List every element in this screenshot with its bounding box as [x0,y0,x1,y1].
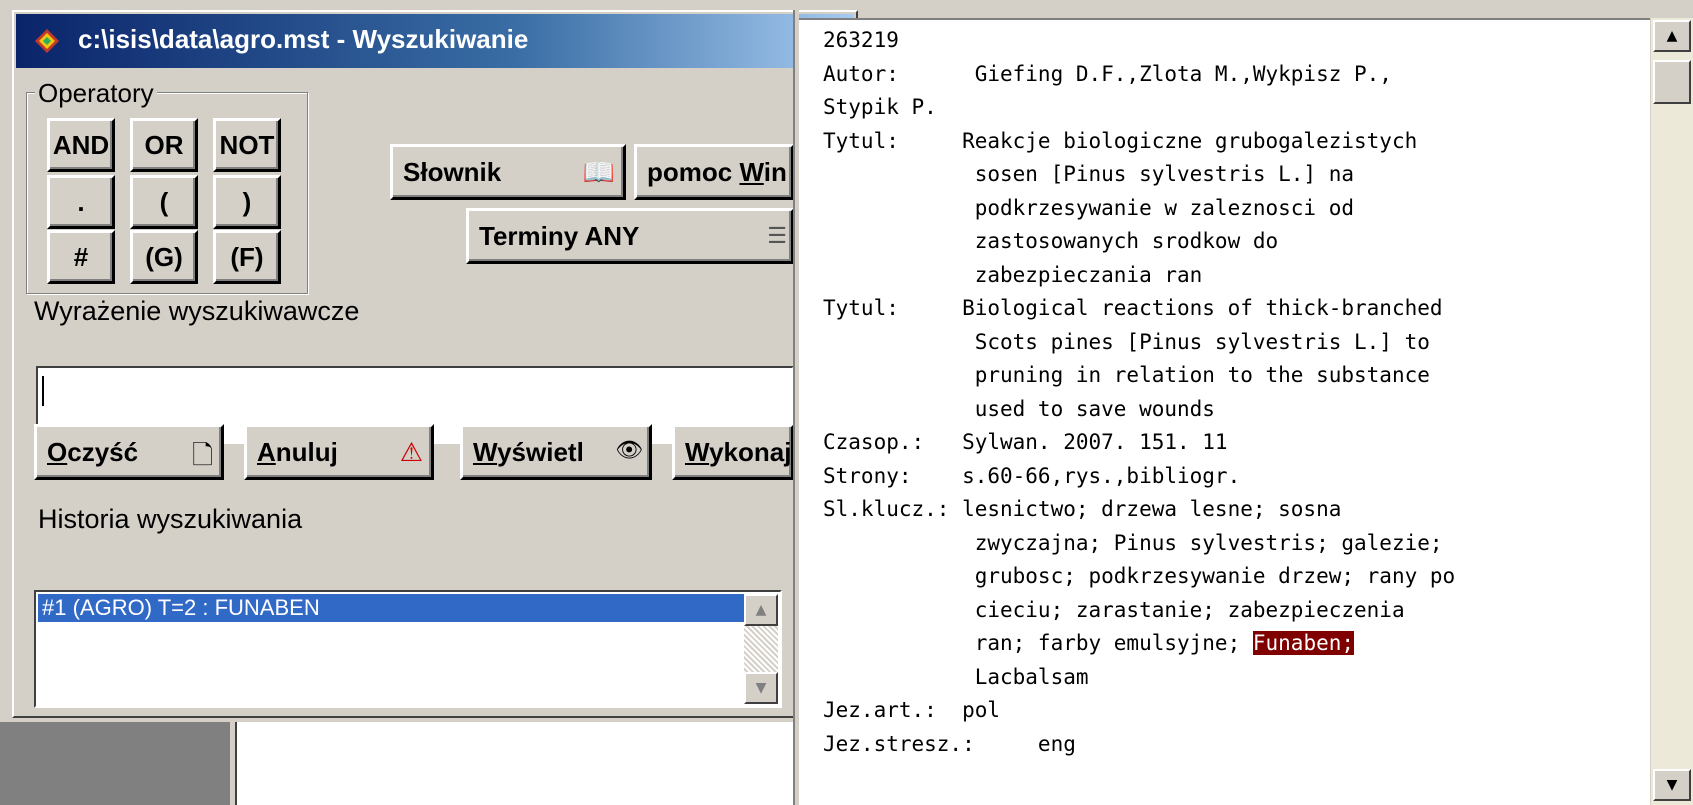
warning-icon: ⚠ [399,437,423,467]
search-term-highlight: Funaben; [1252,631,1355,655]
display-label-hotkey: W [473,436,498,467]
operators-legend: Operatory [35,78,157,109]
document-icon: 🗋 [192,440,213,470]
cancel-label-hotkey: A [257,436,276,467]
clear-label-hotkey: O [47,436,68,467]
execute-label: Wykonaj [685,437,791,468]
operator-or-button[interactable]: OR [130,118,198,172]
record-line: Strony: s.60-66,rys.,bibliogr. [823,463,1241,488]
record-line: zwyczajna; Pinus sylvestris; galezie; [823,530,1443,555]
dictionary-label: Słownik [403,156,502,187]
help-windows-button[interactable]: pomoc Win [634,144,794,200]
title-bar: c:\isis\data\agro.mst - Wyszukiwanie [16,14,854,68]
record-line: used to save wounds [823,396,1215,421]
scroll-down-icon[interactable]: ▼ [744,672,778,704]
operator-f-button[interactable]: (F) [213,230,281,284]
dictionary-button[interactable]: Słownik 📖 [390,144,626,200]
record-line: grubosc; podkrzesywanie drzew; rany po [823,564,1456,588]
background-pane [0,722,230,805]
isis-app-icon [35,29,59,53]
operator-not-button[interactable]: NOT [213,118,281,172]
operator-hash-button[interactable]: # [47,230,115,284]
checklist-icon: ☰ [767,223,787,248]
record-line: Autor: Giefing D.F.,Zlota M.,Wykpisz P., [823,61,1392,86]
execute-label-rest: ykonaj [709,436,792,467]
cancel-button[interactable]: Anuluj ⚠ [244,424,434,480]
record-line: Tytul: Reakcje biologiczne grubogalezist… [823,128,1418,153]
help-label: pomoc Win [647,157,787,188]
record-line: Scots pines [Pinus sylvestris L.] to [823,329,1430,354]
record-display[interactable]: 263219 Autor: Giefing D.F.,Zlota M.,Wykpi… [799,18,1650,805]
operator-dot-button[interactable]: . [47,175,115,229]
record-line: Sl.klucz.: lesnictwo; drzewa lesne; sosn… [823,497,1342,521]
scroll-thumb[interactable] [1653,60,1691,104]
clear-button[interactable]: Oczyść 🗋 [34,424,224,480]
clear-label-rest: czyść [67,436,139,467]
help-label-prefix: pomoc [647,156,740,187]
terms-any-button[interactable]: Terminy ANY ☰ [466,208,794,264]
record-line: zabezpieczania ran [823,262,1203,287]
eye-icon: 👁 [615,437,643,462]
record-line: Czasop.: Sylwan. 2007. 151. 11 [823,430,1228,454]
operator-open-paren-button[interactable]: ( [130,175,198,229]
record-line: podkrzesywanie w zaleznosci od [823,195,1355,220]
scroll-up-icon[interactable]: ▲ [1653,20,1691,52]
history-list[interactable]: #1 (AGRO) T=2 : FUNABEN ▲ ▼ [34,590,782,708]
record-line: ran; farby emulsyjne; Funaben; [823,631,1355,655]
help-label-rest: in [763,156,787,187]
expression-label: Wyrażenie wyszukiwawcze [34,296,360,326]
window-title: c:\isis\data\agro.mst - Wyszukiwanie [78,24,529,54]
display-button[interactable]: Wyświetl 👁 [460,424,652,480]
record-line: Tytul: Biological reactions of thick-bra… [823,296,1443,320]
history-label: Historia wyszukiwania [38,504,303,534]
record-line: zastosowanych srodkow do [823,229,1279,253]
cancel-label: Anuluj [257,437,338,468]
book-icon: 📖 [582,157,615,187]
record-line: Jez.stresz.: eng [823,731,1076,756]
text-caret [42,376,44,406]
display-label: Wyświetl [473,437,584,468]
record-line: 263219 [823,28,899,52]
scroll-down-icon[interactable]: ▼ [1653,769,1691,801]
operator-and-button[interactable]: AND [47,118,115,172]
record-line: Stypik P. [823,95,937,119]
operator-g-button[interactable]: (G) [130,230,198,284]
history-item[interactable]: #1 (AGRO) T=2 : FUNABEN [38,594,744,622]
scroll-up-icon[interactable]: ▲ [744,594,778,626]
terms-any-label: Terminy ANY [479,220,640,251]
record-line: cieciu; zarastanie; zabezpieczenia [823,597,1405,622]
record-list-pane [235,722,797,805]
record-scrollbar[interactable]: ▲ ▼ [1650,18,1693,805]
execute-button[interactable]: Wykonaj [672,424,794,480]
execute-label-hotkey: W [685,436,710,467]
record-line: pruning in relation to the substance [823,363,1430,387]
record-line: sosen [Pinus sylvestris L.] na [823,162,1355,186]
record-line: Jez.art.: pol [823,698,1001,722]
display-label-rest: yświetl [497,436,584,467]
history-scrollbar[interactable]: ▲ ▼ [744,594,778,704]
clear-label: Oczyść [47,437,138,468]
operator-close-paren-button[interactable]: ) [213,175,281,229]
record-line: Lacbalsam [823,664,1089,689]
help-label-hotkey: W [739,156,764,187]
cancel-label-rest: nuluj [275,436,338,467]
